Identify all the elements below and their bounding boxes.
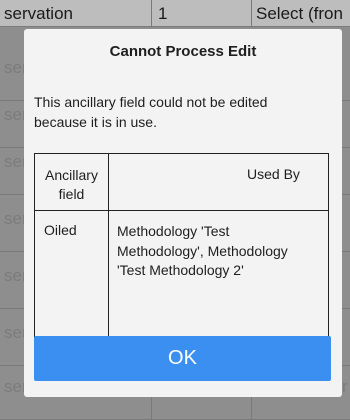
table-divider	[35, 210, 328, 211]
table-divider	[108, 154, 109, 342]
ok-button[interactable]: OK	[34, 336, 331, 381]
column-header-used-by-label: Used By	[247, 166, 300, 182]
table-cell-used-by: Methodology 'Test Methodology', Methodol…	[117, 223, 288, 278]
dialog-title: Cannot Process Edit	[109, 43, 257, 60]
usage-table: Ancillary field Used By Oiled Methodolog…	[34, 153, 329, 343]
table-cell-field: Oiled	[44, 222, 77, 238]
table-cell-order: 1	[152, 0, 252, 26]
table-row: servation 1 Select (fron	[0, 0, 350, 27]
alert-dialog: Cannot Process Edit This ancillary field…	[24, 29, 342, 397]
column-header-ancillary-field: Ancillary field	[45, 167, 98, 202]
table-cell-name: servation	[0, 0, 152, 26]
dialog-message: This ancillary field could not be edited…	[34, 94, 268, 130]
table-cell-type: Select (fron	[252, 0, 350, 26]
column-header-used-by: Used By	[109, 166, 328, 182]
